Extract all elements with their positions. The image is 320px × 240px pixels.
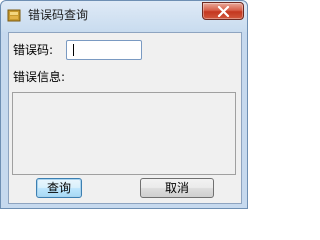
app-icon: [7, 9, 21, 22]
text-caret: [73, 44, 74, 56]
query-button[interactable]: 查询: [36, 178, 82, 198]
dialog-body: 错误码: 错误信息: 查询 取消: [8, 32, 242, 204]
window-title: 错误码查询: [28, 8, 89, 22]
error-code-label: 错误码:: [13, 43, 54, 57]
error-info-label: 错误信息:: [13, 70, 66, 84]
title-bar[interactable]: 错误码查询: [1, 1, 247, 31]
dialog-window: 错误码查询 错误码: 错误信息: 查询 取消: [0, 0, 248, 209]
error-code-input[interactable]: [66, 40, 142, 60]
close-icon: [217, 6, 230, 17]
error-info-textarea[interactable]: [12, 92, 236, 175]
cancel-button[interactable]: 取消: [140, 178, 214, 198]
close-button[interactable]: [202, 2, 244, 20]
